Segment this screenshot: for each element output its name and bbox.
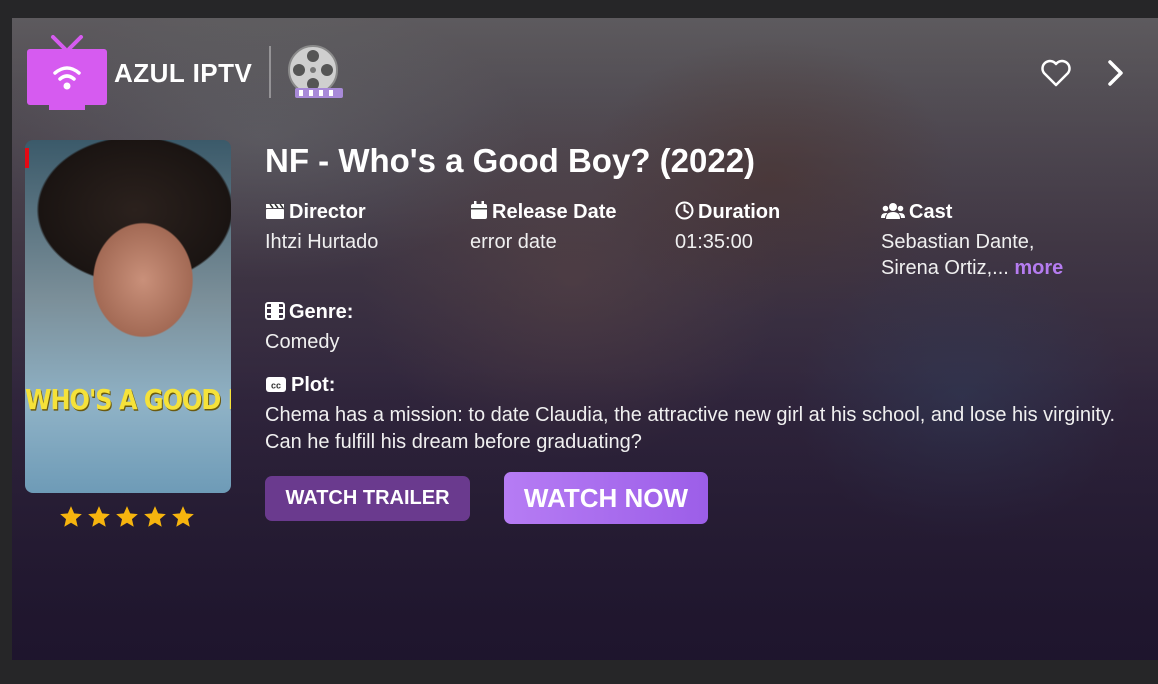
cc-icon: cc [266,377,286,392]
duration-label: Duration [675,201,780,224]
clock-icon [675,201,694,220]
app-brand: AZUL IPTV [114,58,253,88]
calendar-icon [471,201,487,219]
svg-text:cc: cc [271,381,281,391]
cast-label-text: Cast [909,201,953,223]
tv-wifi-icon [27,35,107,110]
plot-label: cc Plot: [265,374,335,397]
star-icon [144,506,166,527]
movie-title: NF - Who's a Good Boy? (2022) [265,142,756,179]
star-icon [88,506,110,527]
heart-icon[interactable] [1040,58,1072,88]
film-icon [265,302,285,320]
header-divider [269,46,271,98]
duration-label-text: Duration [698,201,781,223]
film-reel-icon [288,45,343,98]
cast-line-1: Sebastian Dante, [881,231,1035,253]
watch-now-button[interactable]: WATCH NOW [504,472,708,524]
release-label: Release Date [470,201,617,224]
cast-more-link[interactable]: more [1014,257,1063,279]
users-icon [881,203,905,219]
device-frame: AZUL IPTV WHO'S A GOOD NF - Who's a Good… [0,0,1158,684]
release-label-text: Release Date [492,201,617,223]
clapperboard-icon [266,203,284,219]
star-icon [60,506,82,527]
duration-value: 01:35:00 [675,231,753,253]
genre-value: Comedy [265,331,340,353]
cast-label: Cast [881,201,952,224]
poster-brand-mark [25,148,29,168]
release-value: error date [470,231,557,253]
genre-label: Genre: [265,301,353,324]
director-value: Ihtzi Hurtado [265,231,379,253]
genre-label-text: Genre: [289,301,354,323]
poster-title: WHO'S A GOOD BOY? [25,383,231,417]
director-label-text: Director [289,201,366,223]
star-icon [116,506,138,527]
plot-text: Chema has a mission: to date Claudia, th… [265,404,1116,453]
chevron-right-icon[interactable] [1104,58,1128,88]
director-label: Director [265,201,366,224]
movie-detail-screen: AZUL IPTV WHO'S A GOOD NF - Who's a Good… [12,18,1158,660]
plot-label-text: Plot: [291,374,336,396]
rating-stars [58,504,208,534]
cast-line-2: Sirena Ortiz,... more [881,257,1063,280]
movie-poster: WHO'S A GOOD BOY? [25,140,231,493]
star-icon [172,506,194,527]
cast-line-2-text: Sirena Ortiz,... [881,257,1009,279]
watch-trailer-button[interactable]: WATCH TRAILER [265,476,470,521]
